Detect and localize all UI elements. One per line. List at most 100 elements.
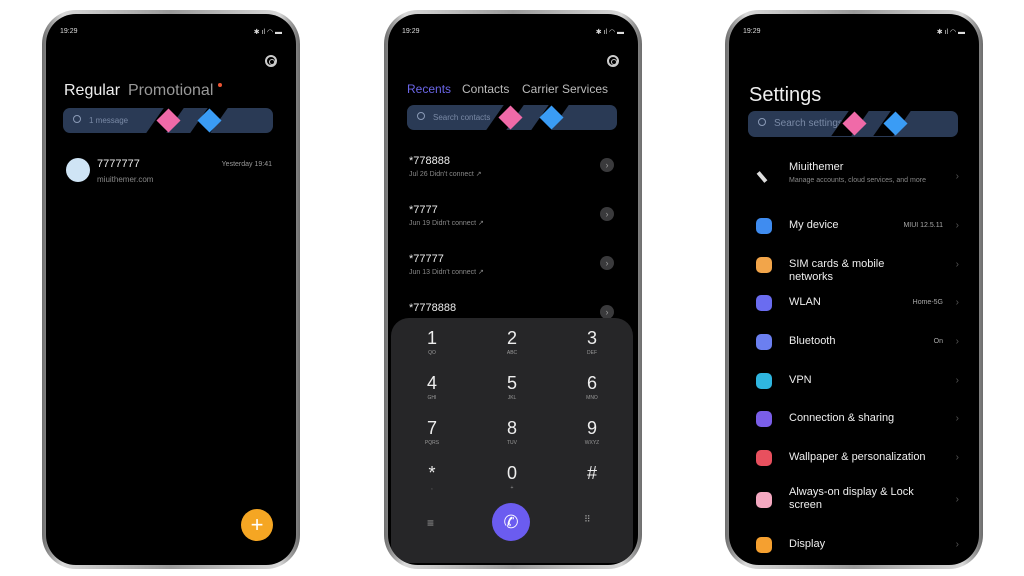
item-label: VPN	[789, 374, 812, 386]
tab-contacts[interactable]: Contacts	[462, 82, 509, 96]
status-time: 19:29	[60, 28, 78, 35]
search-input[interactable]: 1 message	[63, 108, 273, 133]
account-subtitle: Manage accounts, cloud services, and mor…	[789, 177, 926, 184]
settings-item-bluetooth[interactable]: Bluetooth On ›	[729, 330, 979, 354]
chevron-right-icon: ›	[955, 452, 959, 463]
vpn-icon	[756, 373, 772, 389]
wifi-icon	[756, 295, 772, 311]
avatar	[66, 158, 90, 182]
settings-item-palette[interactable]: Wallpaper & personalization ›	[729, 446, 979, 470]
key-letters: ABC	[506, 350, 518, 356]
key-letters: MNO	[586, 395, 598, 401]
phone-messages: 19:29 ✱ ıl ◠ ▬ Regular Promotional 1 mess…	[42, 10, 300, 569]
recent-call-item[interactable]: *7777 Jun 19 Didn't connect ↗ ›	[409, 204, 619, 227]
search-input[interactable]: Search contacts	[407, 105, 617, 130]
key-letters: DEF	[587, 350, 597, 356]
dialpad-key-3[interactable]: 4 GHI	[402, 373, 462, 401]
bluetooth-icon	[756, 334, 772, 350]
dialpad-key-4[interactable]: 5 JKL	[482, 373, 542, 401]
dialpad-key-10[interactable]: 0 +	[482, 463, 542, 491]
recent-call-item[interactable]: *7778888 ›	[409, 302, 619, 319]
recent-call-item[interactable]: *77777 Jun 13 Didn't connect ↗ ›	[409, 253, 619, 276]
settings-item-lock[interactable]: Always-on display & Lock screen ›	[729, 483, 979, 517]
dialpad-panel: 1 QO 2 ABC 3 DEF 4 GHI 5 JKL 6 MNO 7 PQRS 8 TUV 9 WXYZ *, 0…	[391, 318, 633, 563]
settings-item-account[interactable]: Miuithemer Manage accounts, cloud servic…	[729, 157, 979, 197]
sim-icon	[756, 257, 772, 273]
dialpad-key-2[interactable]: 3 DEF	[562, 328, 622, 356]
status-icons: ✱ ıl ◠ ▬	[253, 29, 282, 36]
call-number: *7778888	[409, 302, 457, 314]
chevron-right-icon[interactable]: ›	[600, 207, 614, 221]
settings-item-connection[interactable]: Connection & sharing ›	[729, 407, 979, 431]
settings-item-display[interactable]: Display ›	[729, 533, 979, 557]
call-button[interactable]: ✆	[492, 503, 530, 541]
search-placeholder: Search contacts	[433, 113, 491, 122]
key-letters: +	[510, 485, 514, 491]
chevron-right-icon: ›	[955, 413, 959, 424]
status-icons: ✱ ıl ◠ ▬	[595, 29, 624, 36]
dialpad-key-6[interactable]: 7 PQRS	[402, 418, 462, 446]
chevron-right-icon: ›	[955, 494, 959, 505]
dialpad-key-8[interactable]: 9 WXYZ	[562, 418, 622, 446]
phone-icon: ✆	[503, 512, 519, 532]
search-icon	[758, 118, 766, 126]
item-label: Always-on display & Lock screen	[789, 486, 914, 511]
dialpad-key-5[interactable]: 6 MNO	[562, 373, 622, 401]
settings-item-phone[interactable]: My device MIUI 12.5.11 ›	[729, 214, 979, 238]
conversation-item[interactable]: 7777777 miuithemer.com Yesterday 19:41	[64, 156, 274, 188]
chevron-right-icon[interactable]: ›	[600, 305, 614, 319]
item-value: MIUI 12.5.11	[903, 222, 943, 229]
account-icon	[756, 171, 768, 183]
unread-badge	[218, 83, 222, 87]
item-label: Display	[789, 538, 826, 550]
phone-settings: 19:29 ✱ ıl ◠ ▬ Settings Search settings M…	[725, 10, 983, 569]
call-number: *7777	[409, 204, 438, 216]
search-placeholder: 1 message	[89, 116, 129, 125]
phone-icon	[756, 218, 772, 234]
recent-call-item[interactable]: *778888 Jul 26 Didn't connect ↗ ›	[409, 155, 619, 178]
item-label: Connection & sharing	[789, 412, 895, 424]
chevron-right-icon[interactable]: ›	[600, 158, 614, 172]
dialpad-toggle-icon[interactable]: ⠿	[584, 514, 591, 525]
tab-recents[interactable]: Recents	[407, 82, 451, 96]
key-letters: ,	[431, 485, 433, 491]
account-name: Miuithemer	[789, 161, 844, 173]
call-detail: Jun 19 Didn't connect ↗	[409, 220, 484, 227]
item-label: WLAN	[789, 296, 821, 308]
status-time: 19:29	[402, 28, 420, 35]
settings-item-vpn[interactable]: VPN ›	[729, 369, 979, 393]
key-letters: PQRS	[424, 440, 440, 446]
item-label: SIM cards & mobile networks	[789, 258, 885, 283]
chevron-right-icon[interactable]: ›	[600, 256, 614, 270]
tab-carrier-services[interactable]: Carrier Services	[522, 82, 608, 96]
key-letters: QO	[428, 350, 436, 356]
new-message-button[interactable]: +	[241, 509, 273, 541]
key-digit: *	[428, 463, 436, 483]
key-digit: 4	[426, 373, 437, 393]
key-digit: 0	[506, 463, 517, 483]
dialpad-key-9[interactable]: *,	[402, 463, 462, 491]
tab-promotional[interactable]: Promotional	[128, 82, 213, 100]
dialpad-key-0[interactable]: 1 QO	[402, 328, 462, 356]
phone-dialer: 19:29 ✱ ıl ◠ ▬ Recents Contacts Carrier S…	[384, 10, 642, 569]
key-digit: 8	[506, 418, 517, 438]
status-time: 19:29	[743, 28, 761, 35]
dialpad-key-1[interactable]: 2 ABC	[482, 328, 542, 356]
settings-item-wifi[interactable]: WLAN Home-5G ›	[729, 291, 979, 315]
dialpad-key-11[interactable]: #	[562, 463, 622, 485]
status-icons: ✱ ıl ◠ ▬	[936, 29, 965, 36]
lock-icon	[756, 492, 772, 508]
tab-regular[interactable]: Regular	[64, 82, 120, 100]
key-digit: 1	[426, 328, 437, 348]
dialpad-key-7[interactable]: 8 TUV	[482, 418, 542, 446]
settings-item-sim[interactable]: SIM cards & mobile networks ›	[729, 253, 979, 283]
settings-gear-icon[interactable]	[607, 55, 619, 67]
dialer-screen: 19:29 ✱ ıl ◠ ▬ Recents Contacts Carrier S…	[388, 14, 638, 565]
key-digit: 3	[586, 328, 597, 348]
item-value: On	[933, 338, 943, 345]
item-value: Home-5G	[912, 299, 943, 306]
menu-icon[interactable]: ≡	[427, 516, 434, 530]
search-input[interactable]: Search settings	[748, 111, 958, 137]
settings-gear-icon[interactable]	[265, 55, 277, 67]
search-icon	[417, 112, 425, 120]
